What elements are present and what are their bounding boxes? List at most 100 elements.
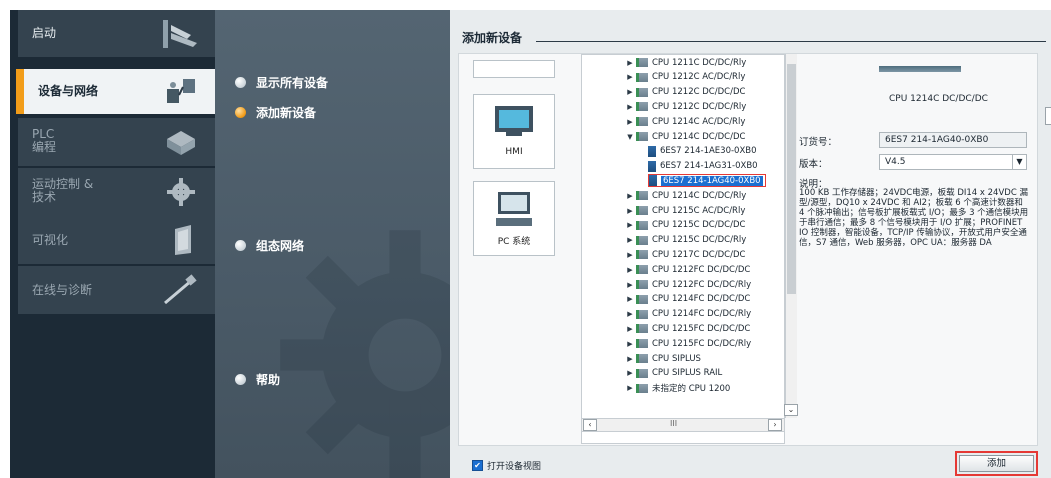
tree-item-label: 6ES7 214-1AG40-0XB0 (661, 175, 763, 186)
collapsed-arrow-icon[interactable]: ▶ (626, 103, 634, 111)
tree-item-label: CPU 1212FC DC/DC/DC (652, 264, 751, 275)
tree-item-folder[interactable]: ▶ CPU 1212FC DC/DC/Rly (626, 278, 751, 291)
tia-portal-window: 启动 设备与网络 PLC 编程 运动控制 & 技术 可视化 在线与诊断 显示所有… (0, 0, 1051, 478)
collapsed-arrow-icon[interactable]: ▶ (626, 266, 634, 274)
option-add-new-device[interactable]: 添加新设备 (235, 104, 316, 121)
tree-item-label: CPU 1212C AC/DC/Rly (652, 72, 746, 83)
add-new-device-content: 添加新设备 HMI PC 系统 ▶ CPU 1211C DC/DC/Rly ▶ … (450, 10, 1051, 478)
order-number-field: 6ES7 214-1AG40-0XB0 (879, 132, 1027, 148)
tree-item-module[interactable]: 6ES7 214-1AE30-0XB0 (648, 145, 757, 158)
expanded-arrow-icon[interactable]: ▼ (626, 133, 634, 141)
tree-item-folder[interactable]: ▶ CPU 1215C DC/DC/Rly (626, 234, 746, 247)
option-label: 显示所有设备 (256, 76, 329, 90)
nav-item-devices-networks[interactable]: 设备与网络 (16, 69, 215, 114)
order-number-label: 订货号： (799, 137, 838, 148)
nav-item-start[interactable]: 启动 (18, 10, 215, 57)
tree-item-module[interactable]: 6ES7 214-1AG31-0XB0 (648, 160, 758, 173)
tree-item-folder[interactable]: ▶ CPU 1215FC DC/DC/Rly (626, 337, 751, 350)
collapsed-arrow-icon[interactable]: ▶ (626, 384, 634, 392)
add-button-highlight: 添加 (955, 451, 1038, 476)
tree-item-folder[interactable]: ▶ CPU 1214FC DC/DC/Rly (626, 308, 751, 321)
tree-item-label: CPU 1214C DC/DC/Rly (652, 190, 747, 201)
tree-item-folder[interactable]: ▶ CPU 1214C DC/DC/Rly (626, 189, 746, 202)
cpu-module-icon (648, 145, 656, 157)
tree-item-label: CPU 1215C DC/DC/DC (652, 220, 746, 231)
nav-item-online-diagnostics[interactable]: 在线与诊断 (18, 266, 215, 314)
collapsed-arrow-icon[interactable]: ▶ (626, 207, 634, 215)
version-label: 版本： (799, 159, 828, 170)
device-tile-hmi[interactable]: HMI (473, 94, 555, 169)
collapsed-arrow-icon[interactable]: ▶ (626, 310, 634, 318)
open-device-view-checkbox[interactable]: ✔ 打开设备视图 (472, 459, 541, 472)
option-label: 添加新设备 (256, 106, 317, 120)
nav-item-visualization[interactable]: 可视化 (18, 216, 215, 264)
collapsed-arrow-icon[interactable]: ▶ (626, 369, 634, 377)
tree-item-label: CPU 1212FC DC/DC/Rly (652, 279, 752, 290)
device-image (879, 66, 961, 72)
option-show-all-devices[interactable]: 显示所有设备 (235, 74, 328, 91)
collapsed-arrow-icon[interactable]: ▶ (626, 355, 634, 363)
tree-item-folder[interactable]: ▶ CPU 1212C AC/DC/Rly (626, 71, 745, 84)
device-catalog-tree[interactable]: ▶ CPU 1211C DC/DC/Rly ▶ CPU 1212C AC/DC/Rly… (581, 54, 785, 444)
device-tile-pc-system[interactable]: PC 系统 (473, 181, 555, 256)
tree-item-folder[interactable]: ▶ CPU 1212C DC/DC/DC (626, 86, 745, 99)
nav-item-label: 运动控制 & 技术 (32, 177, 94, 204)
collapsed-arrow-icon[interactable]: ▶ (626, 192, 634, 200)
tree-item-folder[interactable]: ▶ 未指定的 CPU 1200 (626, 382, 730, 395)
add-button[interactable]: 添加 (959, 455, 1034, 472)
option-configure-network[interactable]: 组态网络 (235, 237, 304, 254)
collapsed-arrow-icon[interactable]: ▶ (626, 118, 634, 126)
devices-networks-icon (167, 78, 195, 103)
tree-item-label: CPU 1212C DC/DC/DC (652, 87, 746, 98)
tree-vertical-scrollbar[interactable]: ⌄ (784, 54, 798, 418)
collapsed-arrow-icon[interactable]: ▶ (626, 281, 634, 289)
tree-item-folder[interactable]: ▶ CPU 1214C AC/DC/Rly (626, 115, 745, 128)
tree-horizontal-scrollbar[interactable]: ‹ III › (581, 418, 785, 432)
scroll-right-button[interactable]: › (768, 419, 782, 431)
tree-item-folder[interactable]: ▼ CPU 1214C DC/DC/DC (626, 130, 745, 143)
radio-dot-icon (235, 374, 246, 385)
scroll-left-button[interactable]: ‹ (583, 419, 597, 431)
folder-icon (636, 324, 648, 334)
folder-icon (636, 309, 648, 319)
tree-item-folder[interactable]: ▶ CPU 1215C AC/DC/Rly (626, 204, 745, 217)
tree-item-folder[interactable]: ▶ CPU 1212FC DC/DC/DC (626, 263, 750, 276)
folder-icon (636, 294, 648, 304)
device-tile-controller[interactable] (473, 60, 555, 78)
collapsed-arrow-icon[interactable]: ▶ (626, 325, 634, 333)
folder-icon (636, 132, 648, 141)
version-select[interactable]: V4.5 ▼ (879, 154, 1027, 170)
option-help[interactable]: 帮助 (235, 371, 280, 388)
collapsed-arrow-icon[interactable]: ▶ (626, 340, 634, 348)
collapsed-arrow-icon[interactable]: ▶ (626, 73, 634, 81)
tree-item-folder[interactable]: ▶ CPU 1214FC DC/DC/DC (626, 293, 750, 306)
tree-item-module-selected[interactable]: 6ES7 214-1AG40-0XB0 (648, 174, 766, 188)
collapsed-arrow-icon[interactable]: ▶ (626, 59, 634, 67)
collapsed-arrow-icon[interactable]: ▶ (626, 295, 634, 303)
collapsed-arrow-icon[interactable]: ▶ (626, 236, 634, 244)
checkbox-checked-icon[interactable]: ✔ (472, 460, 483, 471)
start-icon (163, 19, 197, 48)
collapsed-arrow-icon[interactable]: ▶ (626, 251, 634, 259)
nav-item-plc-programming[interactable]: PLC 编程 (18, 118, 215, 166)
gear-icon (167, 178, 195, 206)
folder-icon (636, 250, 648, 260)
device-tile-label: PC 系统 (497, 237, 531, 247)
tree-item-label: 6ES7 214-1AE30-0XB0 (660, 146, 757, 157)
panel-scroll-thumb[interactable] (1045, 107, 1051, 125)
scrollbar-thumb[interactable] (787, 64, 796, 294)
chevron-down-icon[interactable]: ▼ (1012, 155, 1026, 169)
tree-item-folder[interactable]: ▶ CPU 1217C DC/DC/DC (626, 248, 745, 261)
tree-item-folder[interactable]: ▶ CPU 1212C DC/DC/Rly (626, 100, 746, 113)
folder-icon (636, 265, 648, 275)
scroll-down-button[interactable]: ⌄ (784, 404, 798, 416)
tree-item-folder[interactable]: ▶ CPU 1215C DC/DC/DC (626, 219, 745, 232)
nav-item-motion-control[interactable]: 运动控制 & 技术 (18, 168, 215, 216)
tree-item-folder[interactable]: ▶ CPU 1215FC DC/DC/DC (626, 322, 750, 335)
collapsed-arrow-icon[interactable]: ▶ (626, 221, 634, 229)
collapsed-arrow-icon[interactable]: ▶ (626, 88, 634, 96)
tree-item-folder[interactable]: ▶ CPU 1211C DC/DC/Rly (626, 56, 746, 69)
tree-item-folder[interactable]: ▶ CPU SIPLUS (626, 352, 701, 365)
tree-item-folder[interactable]: ▶ CPU SIPLUS RAIL (626, 367, 722, 380)
nav-item-label: 在线与诊断 (32, 283, 93, 297)
